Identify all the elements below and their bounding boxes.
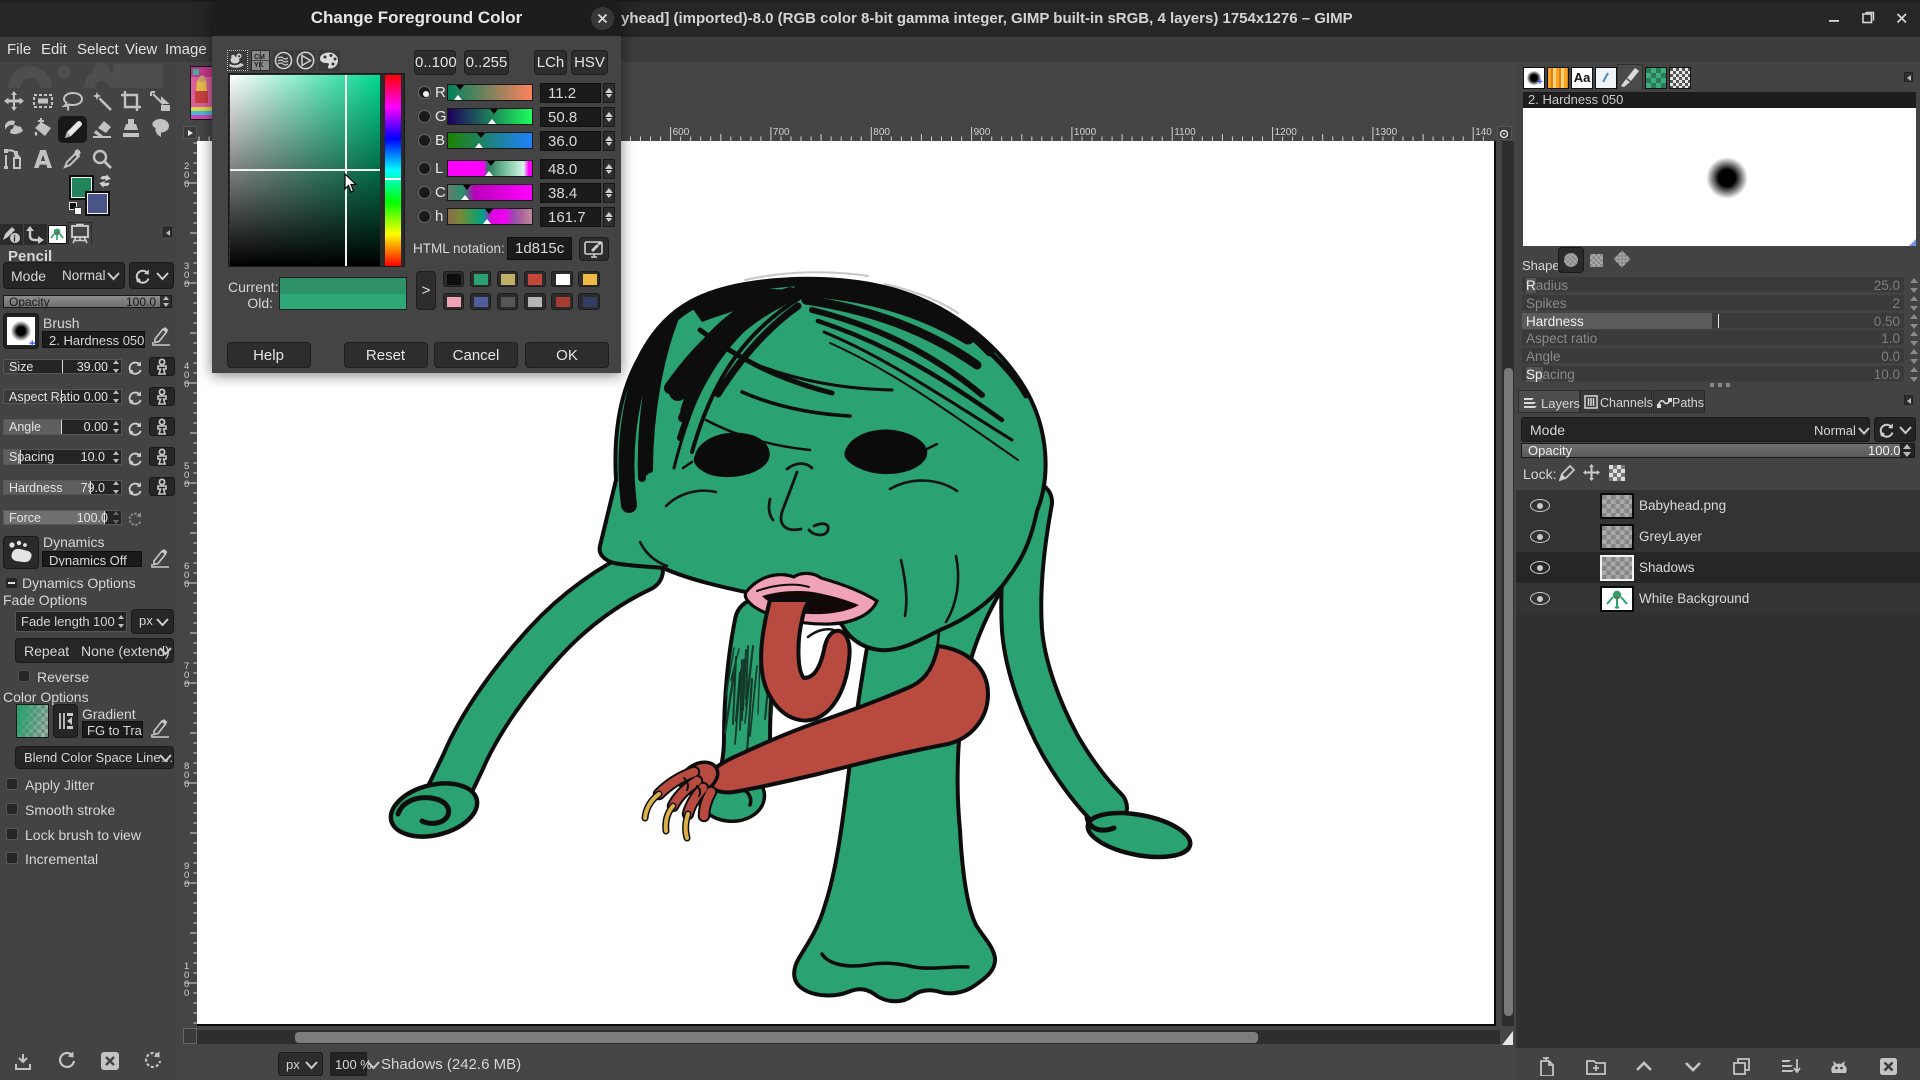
svg-text:0: 0 (184, 879, 189, 890)
svg-text:0: 0 (184, 379, 189, 390)
svg-text:YK: YK (254, 62, 264, 69)
svg-text:1000: 1000 (1074, 127, 1097, 138)
svg-text:1100: 1100 (1174, 127, 1196, 138)
svg-text:0: 0 (184, 679, 189, 690)
svg-text:0: 0 (184, 988, 189, 999)
svg-text:0: 0 (184, 479, 189, 490)
svg-text:1200: 1200 (1275, 127, 1298, 138)
svg-text:700: 700 (773, 127, 790, 138)
svg-text:0: 0 (184, 579, 189, 590)
svg-text:800: 800 (873, 127, 890, 138)
svg-text:1400: 1400 (1475, 127, 1492, 138)
svg-text:CM: CM (254, 54, 265, 61)
svg-text:0: 0 (184, 279, 189, 290)
svg-text:i: i (13, 234, 16, 244)
svg-text:1300: 1300 (1375, 127, 1398, 138)
svg-text:0: 0 (184, 779, 189, 790)
svg-text:0: 0 (184, 179, 189, 190)
svg-text:900: 900 (974, 127, 991, 138)
svg-text:600: 600 (673, 127, 690, 138)
